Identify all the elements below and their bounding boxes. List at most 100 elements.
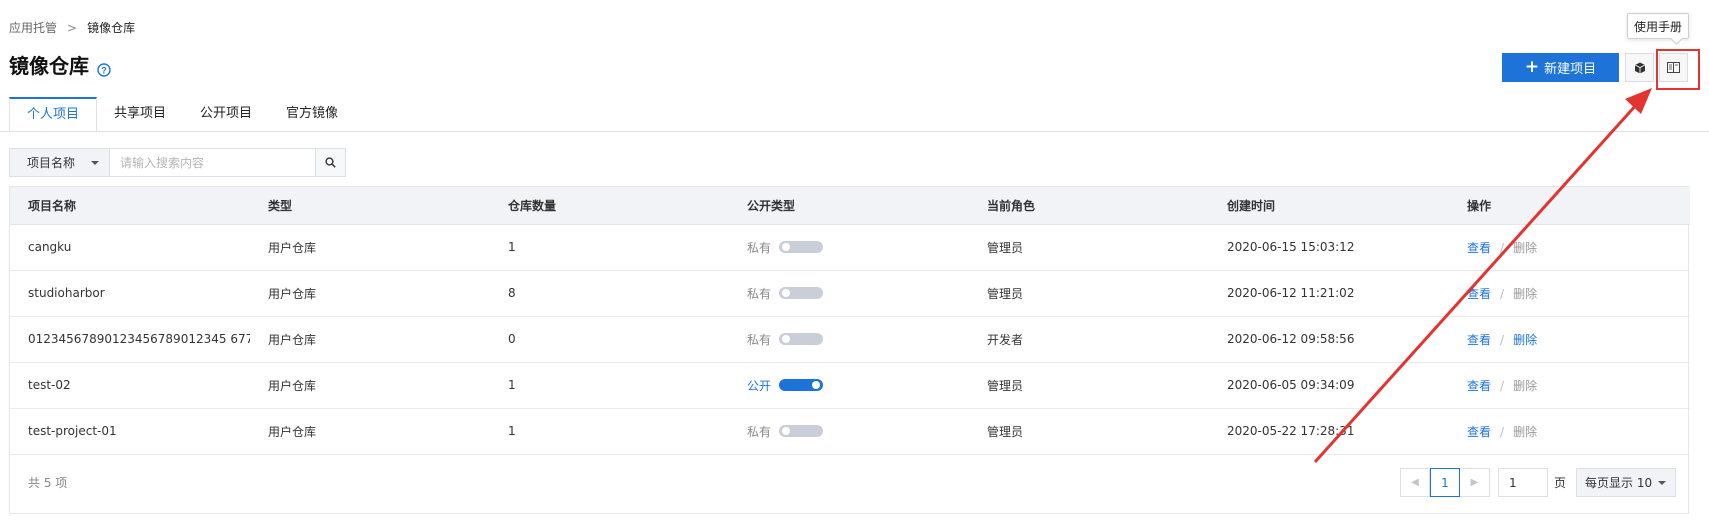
- tab-public-projects[interactable]: 公开项目: [183, 97, 269, 131]
- breadcrumb-current: 镜像仓库: [87, 21, 136, 35]
- page-number-button[interactable]: 1: [1430, 468, 1460, 497]
- table-row: studioharbor 用户仓库 8 私有 管理员 2020-06-12 11…: [10, 270, 1690, 317]
- column-header-visibility: 公开类型: [729, 187, 969, 225]
- cube-icon-button[interactable]: [1625, 53, 1654, 82]
- search-bar: 项目名称: [9, 148, 346, 177]
- visibility-toggle[interactable]: [779, 241, 823, 253]
- breadcrumb: 应用托管 > 镜像仓库: [9, 19, 135, 36]
- arrow-head: [1625, 88, 1652, 114]
- breadcrumb-separator: >: [67, 20, 78, 35]
- current-role: 管理员: [969, 270, 1209, 317]
- project-type: 用户仓库: [250, 316, 490, 363]
- table-footer: 共 5 项 ◀ 1 ▶ 页 每页显示 10: [10, 452, 1688, 513]
- view-link[interactable]: 查看: [1467, 425, 1491, 439]
- project-type: 用户仓库: [250, 362, 490, 409]
- page-unit-label: 页: [1554, 476, 1567, 490]
- visibility-cell: 私有: [729, 270, 969, 317]
- column-header-role: 当前角色: [969, 187, 1209, 225]
- svg-text:?: ?: [101, 65, 107, 75]
- repo-count: 0: [490, 316, 729, 363]
- manual-tooltip: 使用手册: [1627, 13, 1689, 39]
- actions-cell: 查看 / 删除: [1449, 408, 1690, 455]
- current-role: 开发者: [969, 316, 1209, 363]
- breadcrumb-parent-link[interactable]: 应用托管: [9, 19, 57, 36]
- view-link[interactable]: 查看: [1467, 333, 1491, 347]
- view-link[interactable]: 查看: [1467, 379, 1491, 393]
- help-icon[interactable]: ?: [97, 58, 111, 77]
- table-row: cangku 用户仓库 1 私有 管理员 2020-06-15 15:03:12…: [10, 224, 1690, 271]
- visibility-toggle[interactable]: [779, 425, 823, 437]
- delete-link[interactable]: 删除: [1513, 241, 1537, 255]
- visibility-label: 私有: [747, 424, 772, 439]
- table-row: test-02 用户仓库 1 公开 管理员 2020-06-05 09:34:0…: [10, 362, 1690, 409]
- project-type: 用户仓库: [250, 408, 490, 455]
- created-time: 2020-06-12 09:58:56: [1209, 316, 1449, 363]
- project-type: 用户仓库: [250, 224, 490, 271]
- page-size-select[interactable]: 每页显示 10: [1576, 468, 1677, 497]
- toggle-knob: [782, 335, 790, 343]
- cube-icon: [1634, 62, 1645, 73]
- visibility-cell: 私有: [729, 408, 969, 455]
- page-jump-input[interactable]: [1498, 468, 1548, 497]
- actions-cell: 查看 / 删除: [1449, 270, 1690, 317]
- actions-cell: 查看 / 删除: [1449, 224, 1690, 271]
- created-time: 2020-05-22 17:28:31: [1209, 408, 1449, 455]
- visibility-cell: 私有: [729, 316, 969, 363]
- action-separator: /: [1500, 424, 1505, 439]
- column-header-actions: 操作: [1449, 187, 1690, 225]
- created-time: 2020-06-05 09:34:09: [1209, 362, 1449, 409]
- column-header-created: 创建时间: [1209, 187, 1449, 225]
- page-title-row: 镜像仓库 ?: [9, 50, 111, 79]
- tab-personal-projects[interactable]: 个人项目: [9, 97, 98, 131]
- tab-shared-projects[interactable]: 共享项目: [97, 97, 183, 131]
- pagination: ◀ 1 ▶ 页 每页显示 10: [1400, 468, 1677, 497]
- tab-divider: [0, 131, 1709, 132]
- view-link[interactable]: 查看: [1467, 287, 1491, 301]
- toggle-knob: [782, 427, 790, 435]
- search-input[interactable]: [110, 148, 316, 177]
- project-name: 01234567890123456789012345 6779: [10, 316, 250, 363]
- delete-link[interactable]: 删除: [1513, 287, 1537, 301]
- toggle-knob: [782, 289, 790, 297]
- projects-table: 项目名称 类型 仓库数量 公开类型 当前角色 创建时间 操作 cangku 用户…: [9, 186, 1690, 514]
- search-button[interactable]: [316, 148, 346, 177]
- toggle-knob: [782, 243, 790, 251]
- column-header-name: 项目名称: [10, 187, 250, 225]
- visibility-label: 公开: [747, 378, 772, 393]
- plus-icon: +: [1524, 57, 1540, 77]
- delete-link[interactable]: 删除: [1513, 333, 1537, 347]
- tab-official-images[interactable]: 官方镜像: [269, 97, 355, 131]
- visibility-toggle[interactable]: [779, 287, 823, 299]
- project-name: test-project-01: [10, 408, 250, 455]
- visibility-cell: 私有: [729, 224, 969, 271]
- delete-link[interactable]: 删除: [1513, 379, 1537, 393]
- chevron-down-icon: [91, 161, 99, 165]
- project-name: cangku: [10, 224, 250, 271]
- action-separator: /: [1500, 378, 1505, 393]
- visibility-toggle[interactable]: [779, 379, 823, 391]
- action-separator: /: [1500, 286, 1505, 301]
- created-time: 2020-06-12 11:21:02: [1209, 270, 1449, 317]
- search-field-select[interactable]: 项目名称: [9, 148, 110, 177]
- repo-count: 1: [490, 408, 729, 455]
- table-row: test-project-01 用户仓库 1 私有 管理员 2020-05-22…: [10, 408, 1690, 455]
- new-project-button[interactable]: + 新建项目: [1502, 53, 1619, 82]
- created-time: 2020-06-15 15:03:12: [1209, 224, 1449, 271]
- visibility-cell: 公开: [729, 362, 969, 409]
- search-icon: [325, 157, 336, 168]
- actions-cell: 查看 / 删除: [1449, 362, 1690, 409]
- view-link[interactable]: 查看: [1467, 241, 1491, 255]
- visibility-toggle[interactable]: [779, 333, 823, 345]
- actions-cell: 查看 / 删除: [1449, 316, 1690, 363]
- repo-count: 1: [490, 362, 729, 409]
- table-row: 01234567890123456789012345 6779 用户仓库 0 私…: [10, 316, 1690, 363]
- search-field-label: 项目名称: [27, 156, 76, 170]
- prev-page-button[interactable]: ◀: [1400, 468, 1430, 497]
- page-size-label: 每页显示 10: [1585, 476, 1653, 490]
- chevron-right-icon: ▶: [1470, 477, 1479, 488]
- project-name: test-02: [10, 362, 250, 409]
- project-name: studioharbor: [10, 270, 250, 317]
- next-page-button[interactable]: ▶: [1460, 468, 1490, 497]
- current-role: 管理员: [969, 224, 1209, 271]
- delete-link[interactable]: 删除: [1513, 425, 1537, 439]
